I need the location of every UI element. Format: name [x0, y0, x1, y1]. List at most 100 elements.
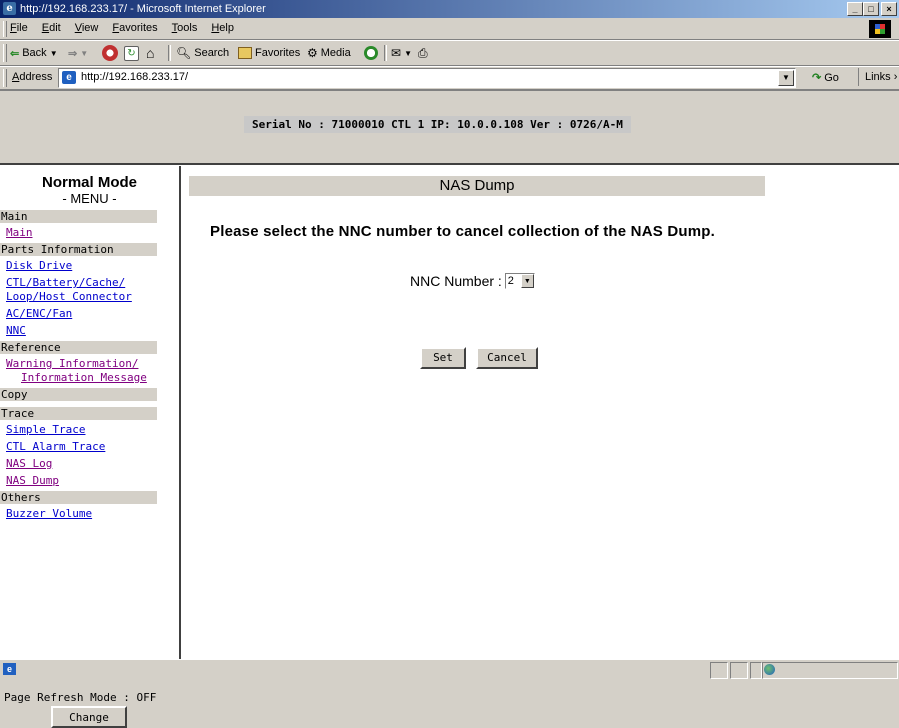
refresh-mode-text: Page Refresh Mode : OFF: [4, 691, 157, 704]
section-main: Main: [0, 210, 157, 223]
print-button[interactable]: ⎙: [418, 45, 428, 61]
sidebar-item-simple-trace[interactable]: Simple Trace: [0, 423, 157, 437]
page-icon: e: [62, 71, 76, 84]
sidebar-item-nas-dump[interactable]: NAS Dump: [0, 474, 157, 488]
page-content: Serial No : 71000010 CTL 1 IP: 10.0.0.10…: [0, 90, 899, 728]
go-label: Go: [824, 71, 839, 84]
forward-button[interactable]: ⇒ ▼: [68, 45, 88, 61]
search-icon: 🔍︎: [176, 46, 192, 60]
refresh-icon: ↻: [124, 45, 139, 61]
back-label: Back: [22, 47, 47, 59]
browser-window: e http://192.168.233.17/ - Microsoft Int…: [0, 0, 899, 728]
cancel-button[interactable]: Cancel: [476, 347, 538, 369]
home-icon: ⌂: [146, 45, 155, 61]
sidebar-item-nas-log[interactable]: NAS Log: [0, 457, 157, 471]
section-reference: Reference: [0, 341, 157, 354]
status-panel: [710, 662, 728, 679]
menu-frame: Normal Mode - MENU - Main Main Parts Inf…: [0, 166, 181, 728]
sidebar-item-ctl-battery-cache[interactable]: CTL/Battery/Cache/: [0, 276, 157, 290]
address-label: Address: [12, 71, 53, 83]
sidebar-item-information-message[interactable]: Information Message: [0, 371, 157, 385]
maximize-button[interactable]: □: [863, 2, 879, 16]
page-title: NAS Dump: [189, 176, 765, 196]
ie-logo-icon: e: [3, 2, 16, 15]
address-grip[interactable]: [3, 69, 7, 87]
page-status-icon: e: [3, 663, 16, 675]
minimize-button[interactable]: _: [847, 2, 863, 16]
history-icon: [364, 46, 378, 60]
links-button[interactable]: Links ›: [858, 68, 897, 86]
toolbar-grip[interactable]: [3, 44, 7, 62]
chevron-down-icon[interactable]: ▼: [520, 274, 534, 288]
section-others: Others: [0, 491, 157, 504]
set-button[interactable]: Set: [420, 347, 466, 369]
home-button[interactable]: ⌂: [146, 45, 154, 61]
go-button[interactable]: ↷ Go: [812, 71, 839, 85]
menu-view[interactable]: View: [75, 22, 99, 34]
menu-grip[interactable]: [3, 21, 7, 37]
sidebar-item-loop-host-connector[interactable]: Loop/Host Connector: [0, 290, 157, 304]
title-bar: e http://192.168.233.17/ - Microsoft Int…: [0, 0, 899, 18]
links-label: Links: [865, 71, 891, 83]
dropdown-arrow-icon: ▼: [49, 48, 58, 58]
sidebar-item-disk-drive[interactable]: Disk Drive: [0, 259, 157, 273]
nnc-number-value: 2: [507, 275, 514, 287]
serial-info: Serial No : 71000010 CTL 1 IP: 10.0.0.10…: [244, 116, 631, 133]
favorites-label: Favorites: [255, 47, 301, 59]
status-bar: e: [0, 659, 899, 679]
history-button[interactable]: [364, 45, 378, 61]
toolbar-separator: [168, 45, 171, 61]
address-bar: Address e http://192.168.233.17/ ▼ ↷ Go …: [0, 66, 899, 90]
standard-toolbar: ⇐ Back ▼ ⇒ ▼ ↻ ⌂ 🔍︎ Search Favorites ⚙ M…: [0, 40, 899, 66]
menu-help[interactable]: Help: [211, 22, 234, 34]
nnc-number-row: NNC Number : 2 ▼: [410, 273, 535, 289]
windows-logo-icon: [869, 20, 891, 38]
stop-button[interactable]: [102, 45, 118, 61]
sidebar-item-main[interactable]: Main: [0, 226, 157, 240]
zone-panel: [762, 662, 898, 679]
sidebar-item-nnc[interactable]: NNC: [0, 324, 157, 338]
menu-tools[interactable]: Tools: [172, 22, 198, 34]
window-title: http://192.168.233.17/ - Microsoft Inter…: [20, 3, 266, 15]
change-button[interactable]: Change: [51, 706, 127, 728]
address-url: http://192.168.233.17/: [81, 71, 189, 83]
status-panel: [730, 662, 748, 679]
nnc-number-label: NNC Number :: [410, 273, 502, 289]
sidebar-item-warning-information[interactable]: Warning Information/: [0, 357, 157, 371]
go-arrow-icon: ↷: [812, 72, 822, 84]
media-button[interactable]: ⚙ Media: [307, 45, 351, 61]
dropdown-arrow-icon: ▼: [404, 48, 412, 58]
sidebar-item-buzzer-volume[interactable]: Buzzer Volume: [0, 507, 157, 521]
sidebar-item-ctl-alarm-trace[interactable]: CTL Alarm Trace: [0, 440, 157, 454]
favorites-button[interactable]: Favorites: [238, 45, 300, 61]
toolbar-separator: [384, 45, 387, 61]
address-input[interactable]: e http://192.168.233.17/ ▼: [58, 68, 796, 88]
instruction-text: Please select the NNC number to cancel c…: [210, 223, 715, 240]
section-copy: Copy: [0, 388, 157, 401]
sidebar-nav: Main Main Parts Information Disk Drive C…: [0, 208, 157, 524]
back-arrow-icon: ⇐: [10, 47, 20, 60]
mode-title: Normal Mode: [41, 174, 137, 191]
nnc-number-select[interactable]: 2 ▼: [504, 273, 535, 289]
sidebar-item-ac-enc-fan[interactable]: AC/ENC/Fan: [0, 307, 157, 321]
menu-favorites[interactable]: Favorites: [112, 22, 157, 34]
chevron-right-icon: ›: [893, 71, 898, 83]
media-label: Media: [320, 47, 351, 59]
favorites-icon: [238, 47, 252, 59]
forward-arrow-icon: ⇒: [68, 47, 78, 60]
close-button[interactable]: ×: [881, 2, 897, 16]
mail-icon: ✉: [391, 46, 402, 60]
menu-heading: - MENU -: [62, 191, 117, 206]
mail-button[interactable]: ✉ ▼: [391, 45, 412, 61]
main-frame: NAS Dump Please select the NNC number to…: [182, 166, 899, 659]
status-panel: [750, 662, 762, 679]
back-button[interactable]: ⇐ Back ▼: [10, 45, 58, 61]
menu-file[interactable]: File: [10, 22, 28, 34]
refresh-button[interactable]: ↻: [124, 45, 139, 61]
address-dropdown-button[interactable]: ▼: [778, 70, 794, 86]
dropdown-arrow-icon: ▼: [80, 48, 89, 58]
menu-edit[interactable]: Edit: [42, 22, 61, 34]
print-icon: ⎙: [418, 45, 428, 60]
search-button[interactable]: 🔍︎ Search: [176, 45, 229, 61]
stop-icon: [102, 45, 118, 61]
